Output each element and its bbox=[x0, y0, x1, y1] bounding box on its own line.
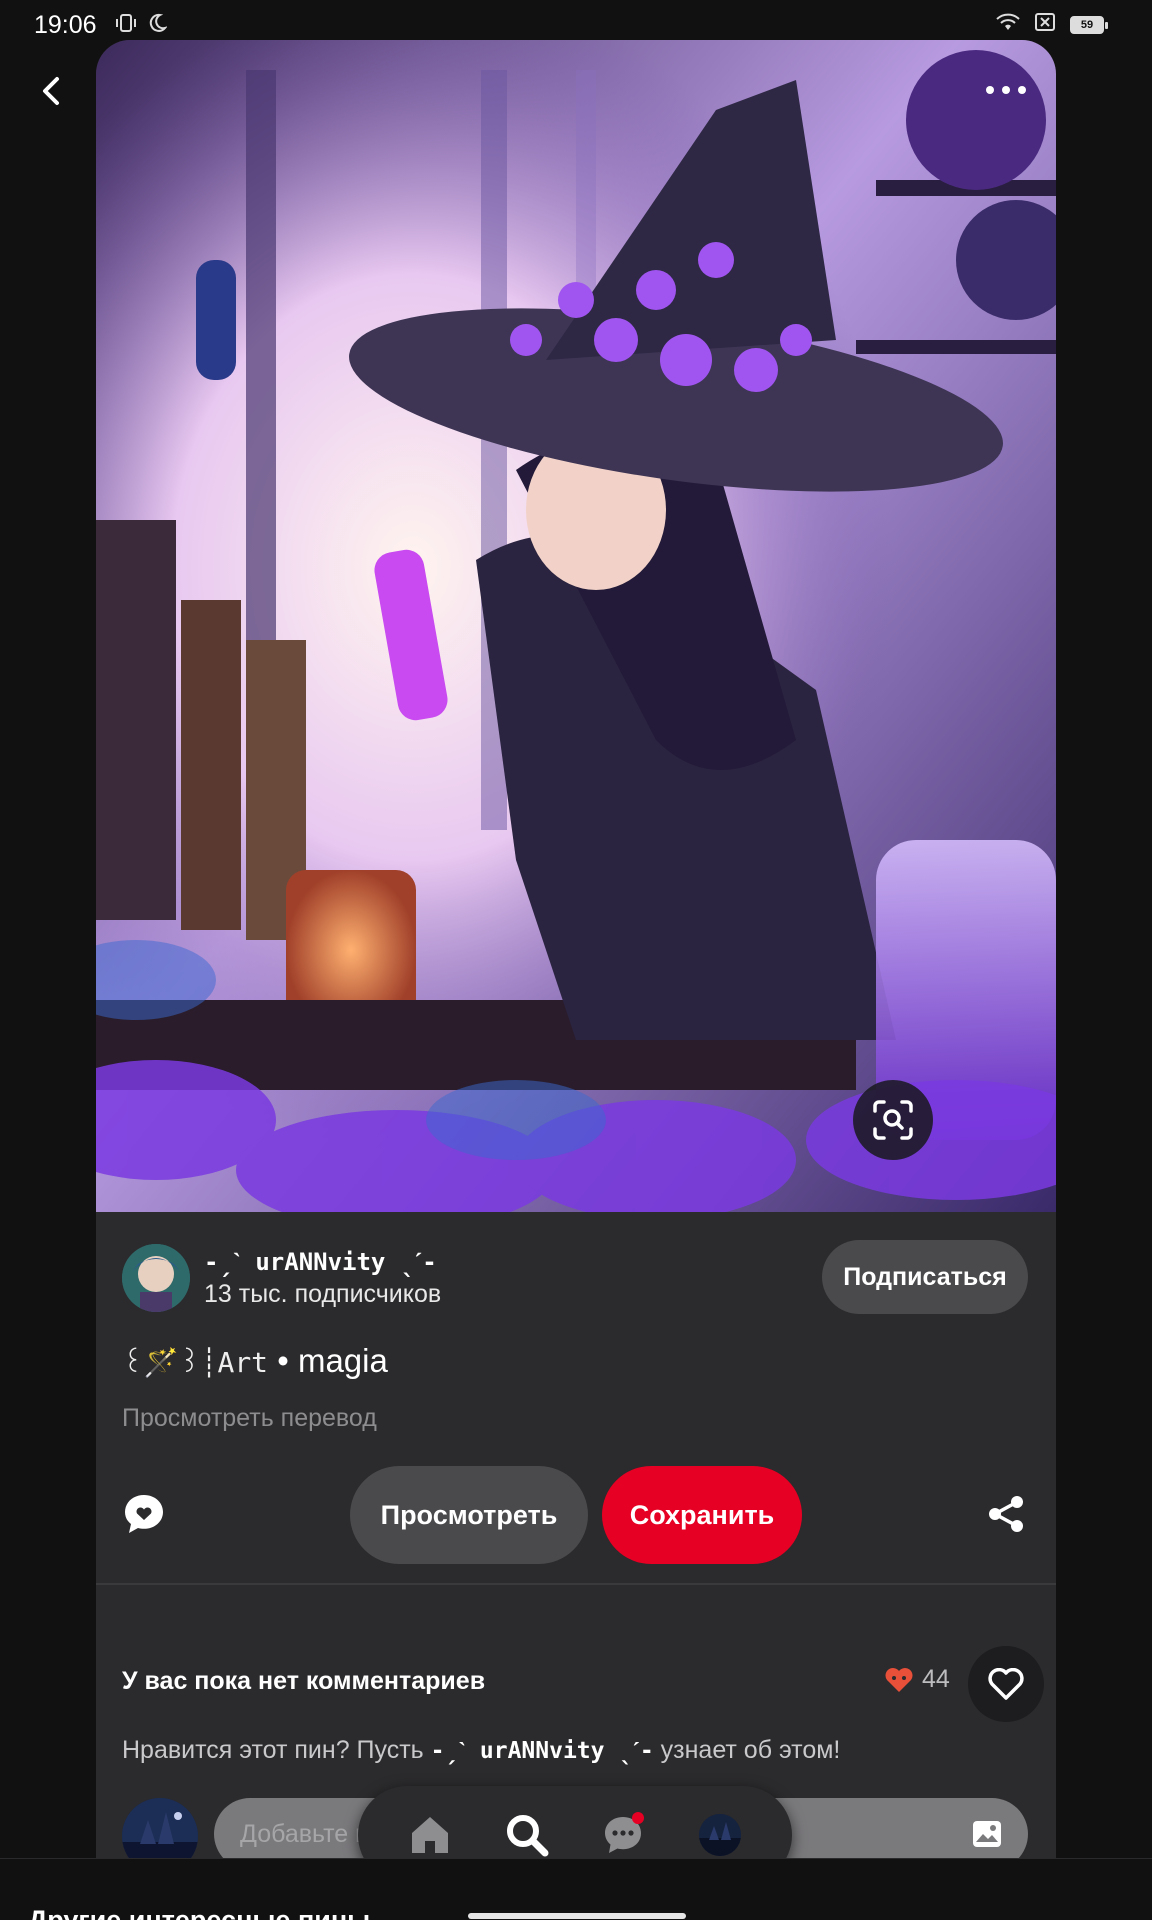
likes-counter: 44 bbox=[884, 1665, 950, 1694]
pin-image[interactable] bbox=[96, 40, 1056, 1212]
author-name[interactable]: -ˏˋ urANNvity ˎˊ- bbox=[204, 1248, 437, 1277]
chevron-left-icon bbox=[43, 77, 59, 105]
nav-search[interactable] bbox=[498, 1806, 556, 1864]
comments-empty-title: У вас пока нет комментариев bbox=[122, 1667, 486, 1695]
wifi-icon bbox=[996, 13, 1020, 36]
profile-avatar bbox=[698, 1814, 741, 1856]
translate-link[interactable]: Просмотреть перевод bbox=[122, 1404, 377, 1433]
share-button[interactable] bbox=[986, 1494, 1026, 1534]
lens-search-icon bbox=[873, 1100, 913, 1140]
pin-title-separator: • bbox=[277, 1342, 289, 1379]
comment-button[interactable] bbox=[122, 1492, 166, 1536]
comment-prompt-user[interactable]: -ˏˋ urANNvity ˎˊ- bbox=[431, 1738, 654, 1764]
heart-eyes-reaction-icon bbox=[885, 1667, 913, 1692]
visual-search-button[interactable] bbox=[853, 1080, 933, 1160]
more-pins-sheet[interactable]: Другие интересные пины bbox=[0, 1858, 1152, 1920]
pin-card: -ˏˋ urANNvity ˎˊ- 13 тыс. подписчиков По… bbox=[96, 40, 1056, 1880]
more-dot bbox=[986, 86, 994, 94]
back-button[interactable] bbox=[30, 70, 72, 112]
comment-bubble-icon bbox=[125, 1495, 163, 1533]
follow-button[interactable]: Подписаться bbox=[822, 1240, 1028, 1314]
more-options-button[interactable] bbox=[986, 78, 1026, 102]
more-dot bbox=[1002, 86, 1010, 94]
search-icon bbox=[506, 1815, 549, 1857]
home-icon bbox=[412, 1817, 449, 1853]
author-avatar[interactable] bbox=[122, 1244, 190, 1312]
image-icon bbox=[973, 1821, 1001, 1847]
pin-title: ꒰🪄꒱┊Art • magia bbox=[122, 1342, 388, 1380]
moon-icon bbox=[147, 13, 168, 38]
likes-count: 44 bbox=[922, 1665, 950, 1693]
author-row: -ˏˋ urANNvity ˎˊ- 13 тыс. подписчиков По… bbox=[122, 1240, 1032, 1316]
home-indicator[interactable] bbox=[468, 1913, 686, 1919]
divider bbox=[96, 1583, 1056, 1585]
no-sim-icon bbox=[1034, 12, 1056, 37]
more-pins-title: Другие интересные пины bbox=[28, 1905, 371, 1920]
pin-detail-screen: 19:06 59 -ˏˋ urANNvity ˎˊ- 13 тыс. подпи… bbox=[0, 0, 1152, 1920]
pin-title-decoration: ꒰🪄꒱┊Art bbox=[122, 1346, 269, 1379]
action-row: Просмотреть Сохранить bbox=[96, 1464, 1056, 1566]
status-time: 19:06 bbox=[34, 10, 97, 39]
like-button[interactable] bbox=[968, 1646, 1044, 1722]
vibrate-icon bbox=[115, 13, 137, 38]
add-image-button[interactable] bbox=[972, 1820, 1002, 1848]
nav-messages[interactable] bbox=[594, 1806, 652, 1864]
share-icon bbox=[989, 1496, 1023, 1532]
save-button[interactable]: Сохранить bbox=[602, 1466, 802, 1564]
heart-outline-icon bbox=[988, 1668, 1024, 1700]
more-dot bbox=[1018, 86, 1026, 94]
author-followers: 13 тыс. подписчиков bbox=[204, 1280, 442, 1308]
view-button[interactable]: Просмотреть bbox=[350, 1466, 588, 1564]
battery-icon: 59 bbox=[1070, 15, 1108, 34]
nav-profile[interactable] bbox=[691, 1806, 749, 1864]
comment-prompt: Нравится этот пин? Пусть -ˏˋ urANNvity ˎ… bbox=[122, 1736, 841, 1764]
pin-title-text: magia bbox=[297, 1342, 388, 1379]
nav-home[interactable] bbox=[401, 1806, 459, 1864]
